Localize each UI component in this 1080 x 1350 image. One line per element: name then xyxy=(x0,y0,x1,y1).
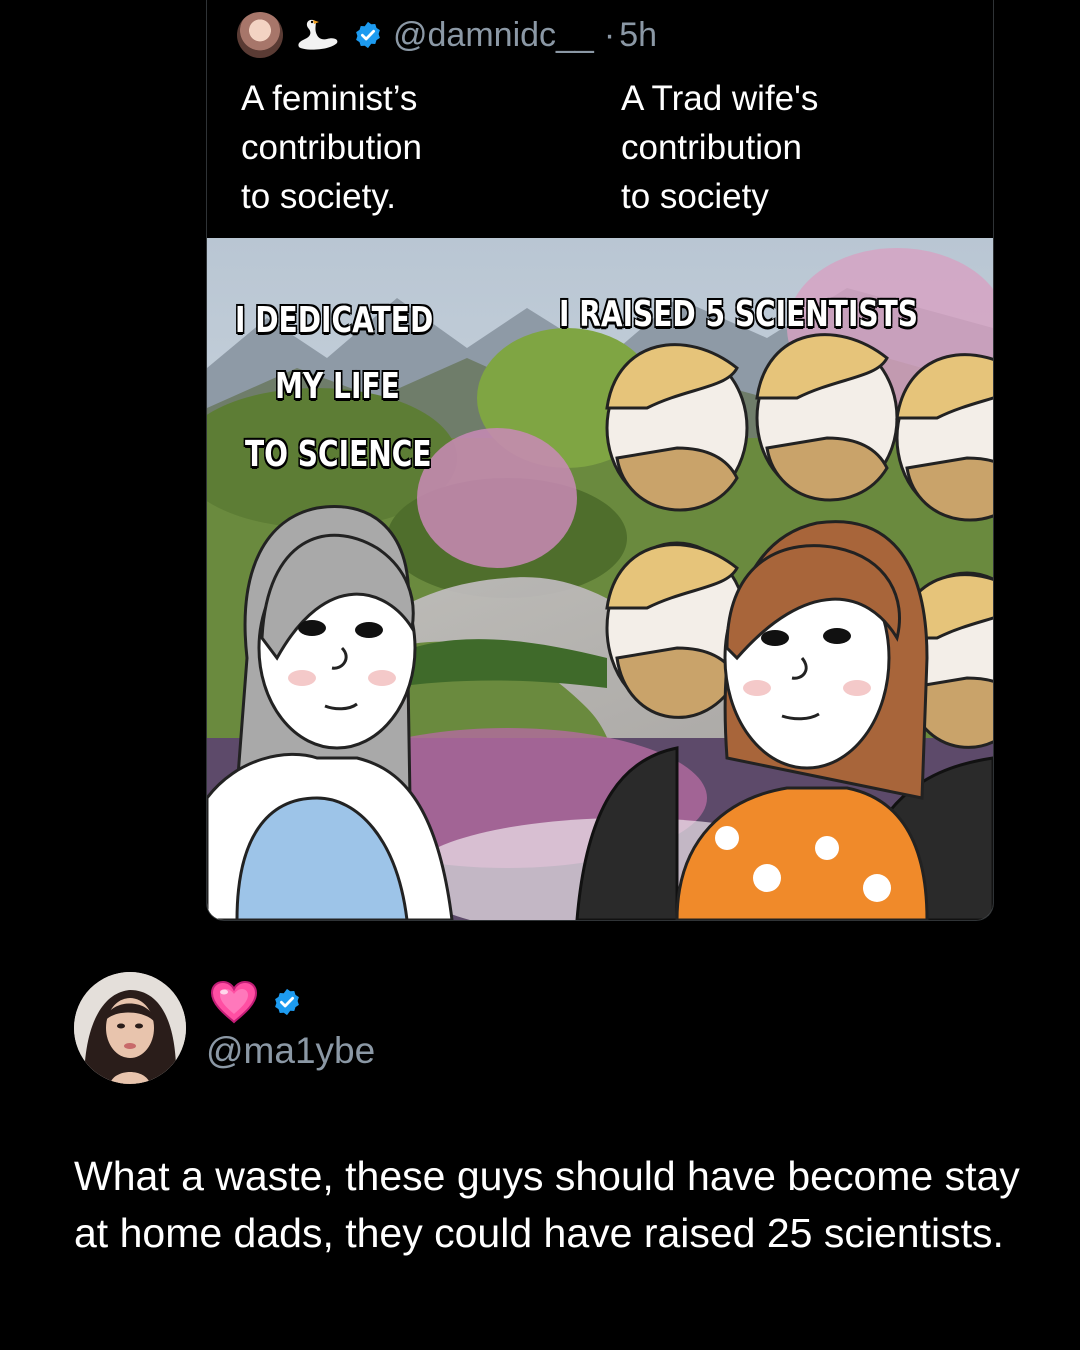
quoted-author-avatar[interactable] xyxy=(237,12,283,58)
meme-text-left-line1: I DEDICATED xyxy=(235,300,434,341)
caption-feminist: A feminist’s contribution to society. xyxy=(241,79,422,216)
quoted-tweet-time[interactable]: 5h xyxy=(619,16,657,55)
quoted-tweet-card[interactable]: @damnidc__ · 5h A feminist’s contributio… xyxy=(206,0,994,921)
meme-text-left-line2: MY LIFE xyxy=(275,366,400,407)
heart-icon xyxy=(210,980,258,1024)
verified-icon xyxy=(353,20,383,50)
reply-name-row xyxy=(210,980,302,1024)
reply-text: What a waste, these guys should have bec… xyxy=(74,1153,1020,1256)
swan-icon xyxy=(293,17,343,53)
quoted-tweet-header: @damnidc__ · 5h xyxy=(237,12,657,58)
meme-text-right: I RAISED 5 SCIENTISTS xyxy=(559,294,918,335)
reply-author-avatar[interactable] xyxy=(74,972,186,1084)
meme-captions: A feminist’s contribution to society. A … xyxy=(207,70,993,236)
quoted-author-handle[interactable]: @damnidc__ xyxy=(393,16,594,55)
caption-tradwife: A Trad wife's contribution to society xyxy=(621,79,819,216)
reply-author-handle[interactable]: @ma1ybe xyxy=(206,1030,375,1072)
meme-text-left-line3: TO SCIENCE xyxy=(245,434,432,475)
reply-verified-icon xyxy=(272,987,302,1017)
meme-image[interactable]: I DEDICATED MY LIFE TO SCIENCE I RAISED … xyxy=(207,238,993,920)
header-separator: · xyxy=(603,15,616,54)
